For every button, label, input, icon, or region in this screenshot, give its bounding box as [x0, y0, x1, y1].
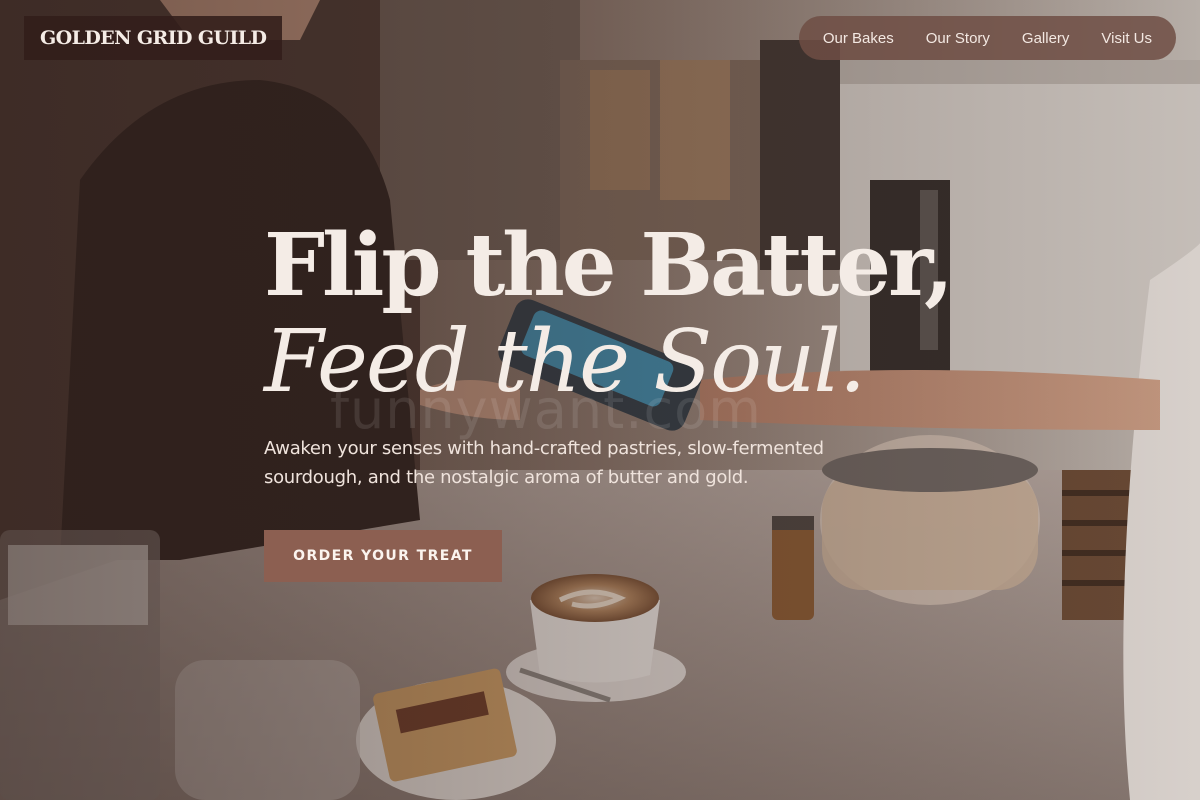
hero-section: funnywant.com GOLDEN GRID GUILD Our Bake… [0, 0, 1200, 800]
nav-link-visit-us[interactable]: Visit Us [1085, 30, 1168, 47]
hero-subtext: Awaken your senses with hand-crafted pas… [264, 438, 824, 488]
nav-link-our-bakes[interactable]: Our Bakes [807, 30, 910, 47]
headline-line-2: Feed the Soul. [264, 312, 866, 412]
order-treat-button[interactable]: ORDER YOUR TREAT [264, 530, 502, 582]
nav-link-gallery[interactable]: Gallery [1006, 30, 1086, 47]
nav-link-our-story[interactable]: Our Story [910, 30, 1006, 47]
headline-line-1: Flip the Batter, [264, 215, 954, 316]
main-nav: Our Bakes Our Story Gallery Visit Us [798, 16, 1176, 60]
brand-logo[interactable]: GOLDEN GRID GUILD [24, 16, 283, 60]
hero-headline: Flip the Batter, Feed the Soul. [264, 215, 954, 412]
